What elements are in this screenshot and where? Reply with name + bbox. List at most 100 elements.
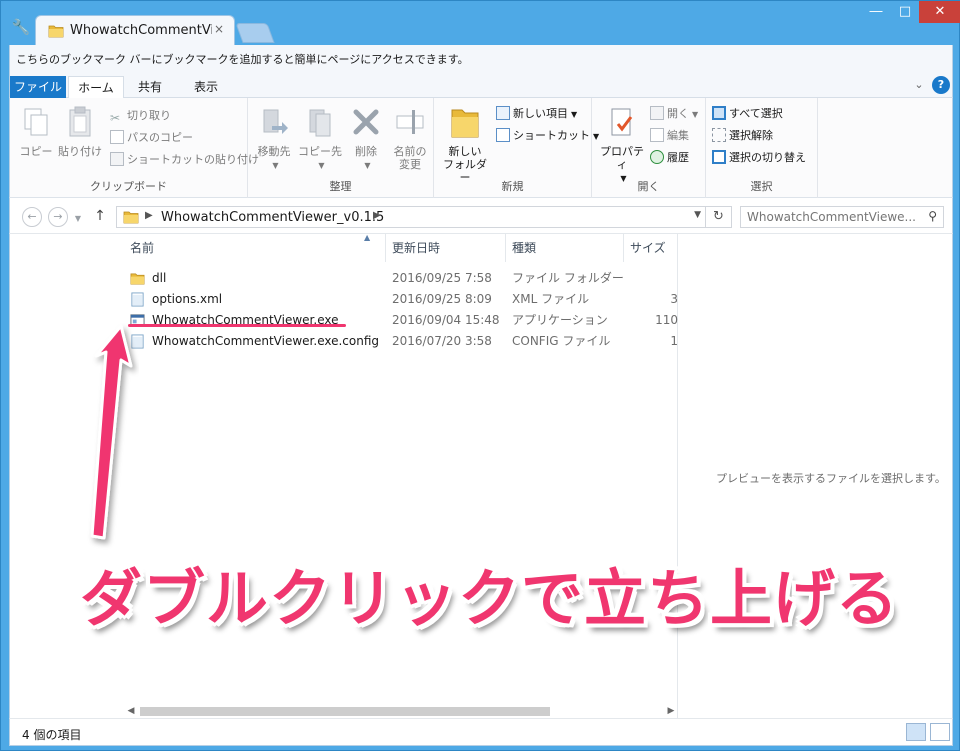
new-folder-button[interactable]: 新しい フォルダー: [438, 106, 492, 184]
group-label-organize: 整理: [329, 180, 352, 193]
invert-selection-icon: [712, 150, 726, 164]
close-button[interactable]: ✕: [919, 1, 960, 23]
chevron-right-icon[interactable]: ▶: [373, 210, 381, 221]
browser-tab-title: WhowatchCommentViewer: [70, 23, 212, 38]
file-row[interactable]: WhowatchCommentViewer.exe.config 2016/07…: [124, 331, 678, 352]
new-item-button[interactable]: 新しい項目 ▼: [496, 104, 577, 124]
wrench-icon[interactable]: 🔧: [11, 17, 31, 37]
delete-button[interactable]: 削除 ▼: [348, 106, 384, 171]
copy-to-button[interactable]: コピー先 ▼: [298, 106, 342, 171]
refresh-icon[interactable]: ↻: [706, 206, 732, 228]
scroll-left-icon[interactable]: ◀: [124, 704, 138, 718]
path-icon: [110, 130, 124, 144]
tab-share[interactable]: 共有: [130, 76, 170, 98]
edit-button[interactable]: 編集: [650, 126, 689, 146]
address-row: ← → ▼ ↑ ▶ WhowatchCommentViewer_v0.1.5 ▶…: [9, 198, 953, 234]
copy-to-icon: [309, 109, 331, 137]
scroll-right-icon[interactable]: ▶: [664, 704, 678, 718]
select-none-button[interactable]: 選択解除: [712, 126, 773, 146]
preview-message: プレビューを表示するファイルを選択します。: [716, 472, 946, 485]
search-input[interactable]: [747, 209, 917, 225]
content-area: ▲ 名前 更新日時 種類 サイズ dll 2016/09/25 7:58 ファイ…: [9, 233, 953, 718]
help-icon[interactable]: ?: [932, 76, 950, 94]
select-all-icon: [712, 106, 726, 120]
sort-up-icon: ▲: [364, 233, 371, 242]
item-count: 4 個の項目: [22, 728, 82, 742]
invert-selection-button[interactable]: 選択の切り替え: [712, 148, 806, 168]
recent-locations-chevron-icon[interactable]: ▼: [72, 210, 84, 230]
copy-button[interactable]: コピー: [16, 106, 56, 158]
tab-file[interactable]: ファイル: [10, 76, 66, 98]
browser-tab[interactable]: WhowatchCommentViewer ×: [35, 15, 235, 45]
file-row[interactable]: WhowatchCommentViewer.exe 2016/09/04 15:…: [124, 310, 678, 331]
move-to-button[interactable]: 移動先 ▼: [252, 106, 296, 171]
history-icon: [650, 150, 664, 164]
group-clipboard: コピー 貼り付け ✂ 切り取り パスのコピー ショートカットの貼り付け クリップボ…: [10, 98, 259, 198]
tab-home[interactable]: ホーム: [68, 76, 124, 98]
forward-arrow-icon[interactable]: →: [48, 207, 68, 227]
edit-icon: [650, 128, 664, 142]
tab-view[interactable]: 表示: [186, 76, 226, 98]
horizontal-scrollbar[interactable]: ◀ ▶: [124, 704, 678, 718]
group-open: プロパティ ▼ 開く ▼ 編集 履歴 開く: [592, 98, 706, 198]
open-button[interactable]: 開く ▼: [650, 104, 698, 124]
select-none-icon: [712, 128, 726, 142]
file-list: ▲ 名前 更新日時 種類 サイズ dll 2016/09/25 7:58 ファイ…: [10, 233, 678, 718]
ribbon: コピー 貼り付け ✂ 切り取り パスのコピー ショートカットの貼り付け クリップボ…: [9, 98, 953, 198]
address-bar[interactable]: ▶ WhowatchCommentViewer_v0.1.5 ▶ ▼: [116, 206, 706, 228]
chevron-down-icon[interactable]: ▼: [694, 210, 701, 220]
paste-button[interactable]: 貼り付け: [58, 106, 102, 158]
chevron-right-icon[interactable]: ▶: [145, 210, 153, 221]
annotation-caption: ダブルクリックで立ち上げる: [80, 562, 900, 635]
status-bar: 4 個の項目: [9, 718, 953, 746]
up-arrow-icon[interactable]: ↑: [92, 207, 108, 227]
paste-shortcut-button[interactable]: ショートカットの貼り付け: [110, 150, 259, 170]
minimize-button[interactable]: ―: [861, 1, 891, 23]
maximize-button[interactable]: □: [891, 1, 919, 23]
shortcut-icon: [110, 152, 124, 166]
search-icon[interactable]: ⚲: [928, 209, 937, 223]
details-view-icon[interactable]: [906, 723, 926, 741]
file-row[interactable]: dll 2016/09/25 7:58 ファイル フォルダー: [124, 268, 678, 289]
history-button[interactable]: 履歴: [650, 148, 689, 168]
search-box[interactable]: ⚲: [740, 206, 944, 228]
scissors-icon: ✂: [110, 111, 121, 125]
preview-pane: プレビューを表示するファイルを選択します。: [678, 234, 952, 718]
folder-icon: [130, 273, 145, 285]
group-new: 新しい フォルダー 新しい項目 ▼ ショートカット ▼ 新規: [434, 98, 599, 198]
delete-x-icon: [353, 109, 379, 135]
column-type[interactable]: 種類: [506, 234, 624, 262]
explorer-window: 🔧 WhowatchCommentViewer × ― □ ✕ こちらのブックマ…: [0, 0, 960, 751]
group-label-new: 新規: [501, 180, 524, 193]
group-label-open: 開く: [637, 180, 660, 193]
group-select: すべて選択 選択解除 選択の切り替え 選択: [706, 98, 818, 198]
bookmark-prompt: こちらのブックマーク バーにブックマークを追加すると簡単にページにアクセスできま…: [16, 53, 469, 66]
copy-path-button[interactable]: パスのコピー: [110, 128, 193, 148]
address-path[interactable]: WhowatchCommentViewer_v0.1.5: [161, 210, 384, 225]
group-organize: 移動先 ▼ コピー先 ▼ 削除 ▼ 名前の 変更 整理: [248, 98, 434, 198]
config-file-icon: [131, 334, 144, 349]
select-all-button[interactable]: すべて選択: [712, 104, 783, 124]
browser-tabstrip: 🔧 WhowatchCommentViewer × ― □ ✕: [1, 1, 960, 45]
new-tab-button[interactable]: [235, 23, 275, 43]
properties-button[interactable]: プロパティ ▼: [596, 106, 648, 184]
easy-access-button[interactable]: ショートカット ▼: [496, 126, 599, 146]
xml-file-icon: [131, 292, 144, 307]
new-item-icon: [496, 106, 510, 120]
column-name[interactable]: ▲ 名前: [124, 233, 386, 262]
folder-icon: [123, 211, 139, 224]
column-date[interactable]: 更新日時: [386, 234, 506, 262]
file-row[interactable]: options.xml 2016/09/25 8:09 XML ファイル 3: [124, 289, 678, 310]
folder-icon: [48, 25, 64, 38]
large-icons-view-icon[interactable]: [930, 723, 950, 741]
tab-close-icon[interactable]: ×: [212, 22, 226, 36]
chevron-down-icon[interactable]: ⌄: [910, 76, 928, 94]
rename-button[interactable]: 名前の 変更: [388, 106, 432, 171]
shortcut-arrow-icon: [496, 128, 510, 142]
open-icon: [650, 106, 664, 120]
scrollbar-thumb[interactable]: [140, 707, 550, 716]
back-arrow-icon[interactable]: ←: [22, 207, 42, 227]
column-size[interactable]: サイズ: [624, 234, 678, 262]
cut-button[interactable]: ✂ 切り取り: [110, 106, 171, 126]
copy-icon: [24, 108, 48, 136]
